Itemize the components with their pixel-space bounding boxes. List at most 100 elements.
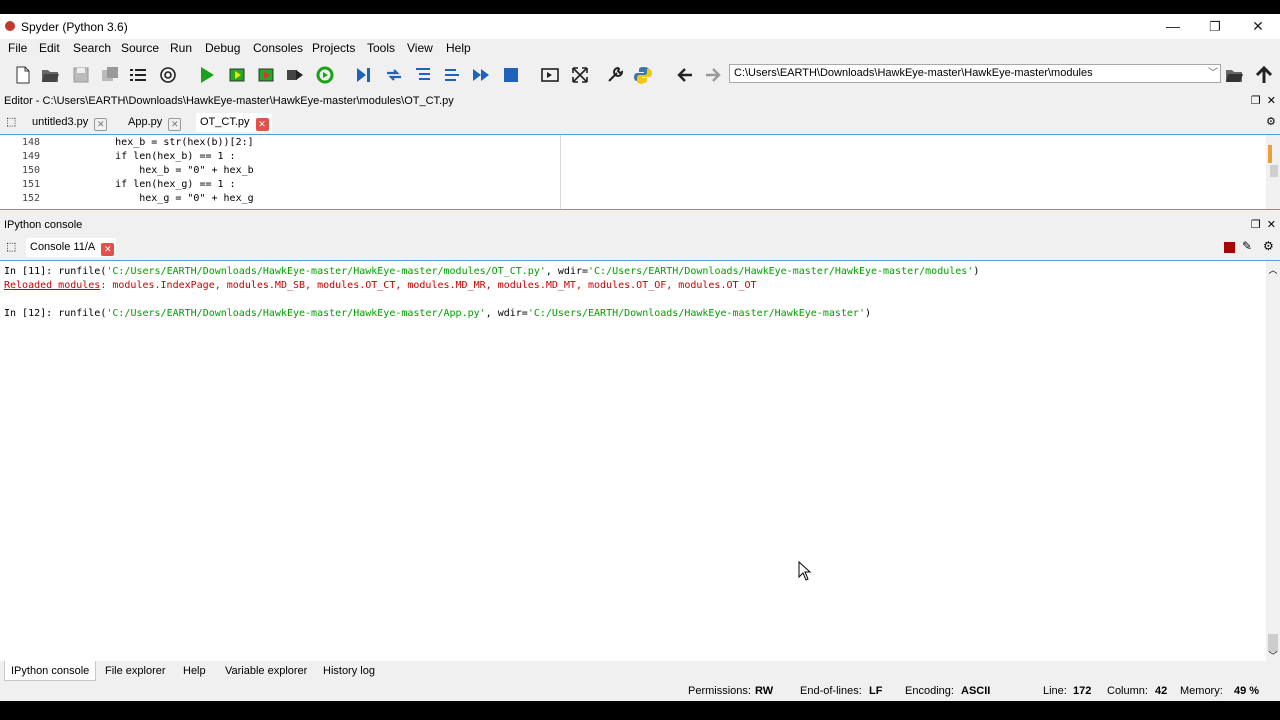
code-line: hex_g = "0" + hex_g bbox=[67, 193, 254, 204]
tab-ipython-console[interactable]: IPython console bbox=[4, 661, 97, 681]
options-gear-icon[interactable]: ⚙ bbox=[1262, 113, 1276, 132]
back-arrow-icon[interactable] bbox=[675, 65, 695, 85]
menu-source[interactable]: Source bbox=[121, 41, 159, 55]
tab-variable-explorer[interactable]: Variable explorer bbox=[219, 661, 313, 681]
line-number: 150 bbox=[21, 165, 40, 176]
browse-folder-icon[interactable] bbox=[1224, 65, 1244, 85]
close-pane-icon[interactable]: ✕ bbox=[1267, 219, 1276, 231]
tab-app[interactable]: App.py ✕ bbox=[124, 113, 182, 132]
minimize-button[interactable]: — bbox=[1152, 14, 1194, 39]
scroll-thumb[interactable] bbox=[1270, 165, 1278, 177]
menu-debug[interactable]: Debug bbox=[205, 41, 240, 55]
working-directory-combobox[interactable]: C:\Users\EARTH\Downloads\HawkEye-master\… bbox=[729, 64, 1221, 83]
step-into-icon[interactable] bbox=[413, 65, 433, 85]
line-label: Line: bbox=[1043, 685, 1067, 697]
ipython-console-output[interactable]: In [11]: runfile('C:/Users/EARTH/Downloa… bbox=[0, 260, 1280, 662]
code-line: hex_b = "0" + hex_b bbox=[67, 165, 254, 176]
mouse-pointer-icon bbox=[798, 561, 812, 581]
rerun-icon[interactable] bbox=[315, 65, 335, 85]
column-label: Column: bbox=[1107, 685, 1148, 697]
close-tab-icon[interactable]: ✕ bbox=[94, 118, 108, 131]
pane-controls: ❐ ✕ bbox=[1251, 216, 1276, 234]
forward-arrow-icon[interactable] bbox=[703, 65, 723, 85]
memory-label: Memory: bbox=[1180, 685, 1223, 697]
undock-icon[interactable]: ❐ bbox=[1251, 219, 1261, 231]
tab-untitled3[interactable]: untitled3.py ✕ bbox=[28, 113, 108, 132]
line-number: 149 bbox=[21, 151, 40, 162]
permissions-value: RW bbox=[755, 685, 774, 697]
close-window-button[interactable]: ✕ bbox=[1237, 14, 1279, 39]
restore-button[interactable]: ❐ bbox=[1194, 14, 1236, 39]
save-all-icon[interactable] bbox=[100, 65, 120, 85]
stop-kernel-icon[interactable] bbox=[1224, 242, 1235, 253]
close-pane-icon[interactable]: ✕ bbox=[1267, 95, 1276, 107]
code-line: hex_b = str(hex(b))[2:] bbox=[67, 137, 254, 148]
run-selection-icon[interactable] bbox=[285, 65, 305, 85]
window-title: Spyder (Python 3.6) bbox=[21, 20, 128, 34]
tab-console-11a[interactable]: Console 11/A ✕ bbox=[26, 238, 116, 257]
outline-icon[interactable] bbox=[128, 65, 148, 85]
menu-search[interactable]: Search bbox=[73, 41, 111, 55]
title-bar: Spyder (Python 3.6) — ❐ ✕ bbox=[0, 14, 1280, 39]
menu-run[interactable]: Run bbox=[170, 41, 192, 55]
python-path-icon[interactable] bbox=[633, 65, 653, 85]
continue-icon[interactable] bbox=[471, 65, 491, 85]
options-gear-icon[interactable]: ⚙ bbox=[1263, 239, 1274, 253]
step-icon[interactable] bbox=[384, 65, 404, 85]
encoding-value: ASCII bbox=[961, 685, 991, 697]
close-tab-icon[interactable]: ✕ bbox=[255, 118, 269, 131]
eol-value: LF bbox=[869, 685, 883, 697]
editor-title: Editor - C:\Users\EARTH\Downloads\HawkEy… bbox=[4, 95, 454, 107]
code-line: if len(hex_g) == 1 : bbox=[67, 179, 236, 190]
tab-ot-ct[interactable]: OT_CT.py ✕ bbox=[196, 113, 272, 132]
encoding-label: Encoding: bbox=[905, 685, 954, 697]
save-icon[interactable] bbox=[71, 65, 91, 85]
console-line: Reloaded modules: modules.IndexPage, mod… bbox=[4, 280, 757, 291]
close-tab-icon[interactable]: ✕ bbox=[168, 118, 182, 131]
tab-history-log[interactable]: History log bbox=[317, 661, 381, 681]
open-file-icon[interactable] bbox=[40, 65, 60, 85]
new-file-icon[interactable] bbox=[13, 65, 33, 85]
menu-projects[interactable]: Projects bbox=[312, 41, 355, 55]
menu-file[interactable]: File bbox=[8, 41, 27, 55]
file-browse-tabs-icon[interactable]: ⬚ bbox=[2, 113, 18, 132]
menu-tools[interactable]: Tools bbox=[367, 41, 395, 55]
console-line: In [11]: runfile('C:/Users/EARTH/Downloa… bbox=[4, 266, 980, 277]
code-line: if len(hex_b) == 1 : bbox=[67, 151, 236, 162]
spyder-window: Spyder (Python 3.6) — ❐ ✕ File Edit Sear… bbox=[0, 14, 1280, 701]
tab-label: Console 11/A bbox=[30, 241, 96, 253]
debug-icon[interactable] bbox=[353, 65, 373, 85]
console-list-icon[interactable]: ⬚ bbox=[2, 238, 18, 257]
run-cell-advance-icon[interactable] bbox=[256, 65, 276, 85]
menu-edit[interactable]: Edit bbox=[39, 41, 60, 55]
maximize-pane-icon[interactable] bbox=[540, 65, 560, 85]
parent-dir-icon[interactable] bbox=[1254, 65, 1274, 85]
line-number: 152 bbox=[21, 193, 40, 204]
column-value: 42 bbox=[1155, 685, 1168, 697]
console-scrollbar[interactable]: ︿ ﹀ bbox=[1266, 261, 1280, 662]
spyder-logo-icon bbox=[5, 21, 15, 31]
menu-view[interactable]: View bbox=[407, 41, 433, 55]
line-number: 148 bbox=[21, 137, 40, 148]
run-cell-icon[interactable] bbox=[227, 65, 247, 85]
editor-scrollbar[interactable] bbox=[1266, 135, 1280, 209]
tab-file-explorer[interactable]: File explorer bbox=[99, 661, 172, 681]
line-number: 151 bbox=[21, 179, 40, 190]
undock-icon[interactable]: ❐ bbox=[1251, 95, 1261, 107]
code-editor[interactable]: 148 hex_b = str(hex(b))[2:] 149 if len(h… bbox=[0, 134, 1280, 210]
console-line: In [12]: runfile('C:/Users/EARTH/Downloa… bbox=[4, 308, 871, 319]
step-return-icon[interactable] bbox=[442, 65, 462, 85]
preferences-icon[interactable] bbox=[605, 65, 625, 85]
menu-consoles[interactable]: Consoles bbox=[253, 41, 303, 55]
menu-help[interactable]: Help bbox=[446, 41, 471, 55]
run-icon[interactable] bbox=[197, 65, 217, 85]
chevron-down-icon[interactable]: ﹀ bbox=[1208, 65, 1218, 82]
stop-icon[interactable] bbox=[501, 65, 521, 85]
tab-help[interactable]: Help bbox=[177, 661, 212, 681]
scroll-up-icon[interactable]: ︿ bbox=[1266, 263, 1280, 276]
clear-console-icon[interactable]: ✎ bbox=[1242, 239, 1252, 253]
at-icon[interactable] bbox=[158, 65, 178, 85]
fullscreen-icon[interactable] bbox=[570, 65, 590, 85]
close-tab-icon[interactable]: ✕ bbox=[101, 243, 115, 256]
scroll-marker bbox=[1268, 145, 1272, 163]
